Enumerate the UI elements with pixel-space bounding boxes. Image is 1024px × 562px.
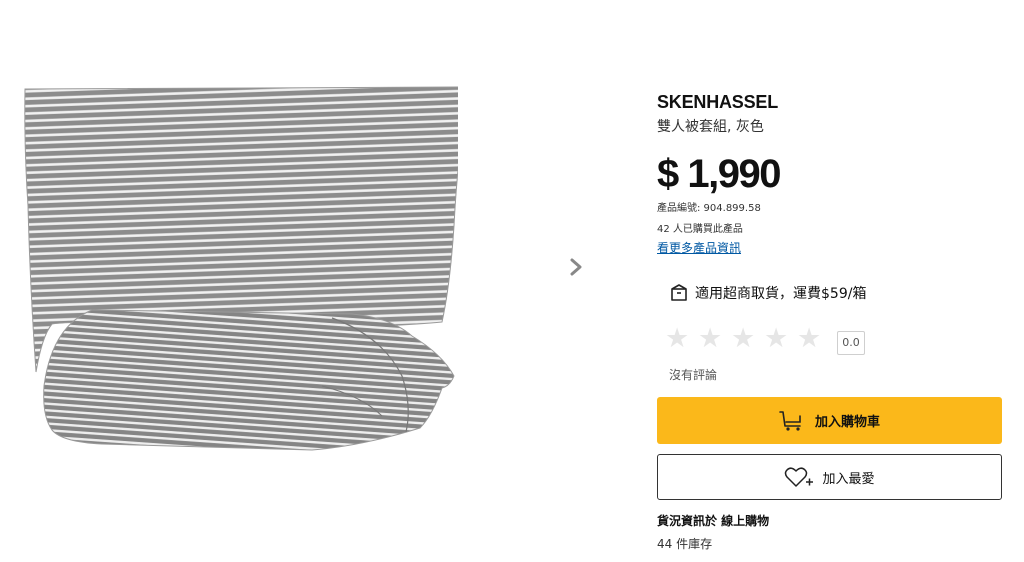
more-product-info-link[interactable]: 看更多產品資訊	[657, 239, 741, 256]
next-image-chevron-icon[interactable]	[566, 254, 588, 280]
heart-plus-icon	[785, 467, 814, 487]
star-icon: ★	[797, 323, 822, 354]
product-price: $ 1,990	[657, 152, 781, 196]
star-icon: ★	[764, 323, 789, 354]
product-image	[24, 86, 458, 451]
box-icon	[671, 284, 687, 301]
product-name: SKENHASSEL	[657, 92, 779, 112]
delivery-text: 適用超商取貨，運費$59/箱	[695, 286, 867, 302]
add-to-favorites-button[interactable]: 加入最愛	[657, 454, 1002, 500]
delivery-info: 適用超商取貨，運費$59/箱	[669, 283, 866, 303]
star-icon: ★	[731, 323, 756, 354]
product-description: 雙人被套組, 灰色	[657, 119, 764, 135]
star-icon: ★	[698, 323, 723, 354]
stock-count: 44 件庫存	[657, 537, 713, 551]
article-number: 產品編號: 904.899.58	[657, 203, 761, 214]
star-icon: ★	[665, 323, 690, 354]
add-to-cart-button[interactable]: 加入購物車	[657, 397, 1002, 444]
no-review-text: 沒有評論	[669, 368, 718, 382]
add-to-favorites-label: 加入最愛	[822, 471, 875, 487]
cart-icon	[779, 410, 801, 431]
rating-value: 0.0	[837, 331, 865, 355]
add-to-cart-label: 加入購物車	[814, 415, 880, 430]
rating-stars[interactable]: ★ ★ ★ ★ ★	[665, 324, 830, 354]
stock-title: 貨況資訊於 線上購物	[657, 514, 770, 528]
bought-count: 42 人已購買此產品	[657, 224, 743, 235]
